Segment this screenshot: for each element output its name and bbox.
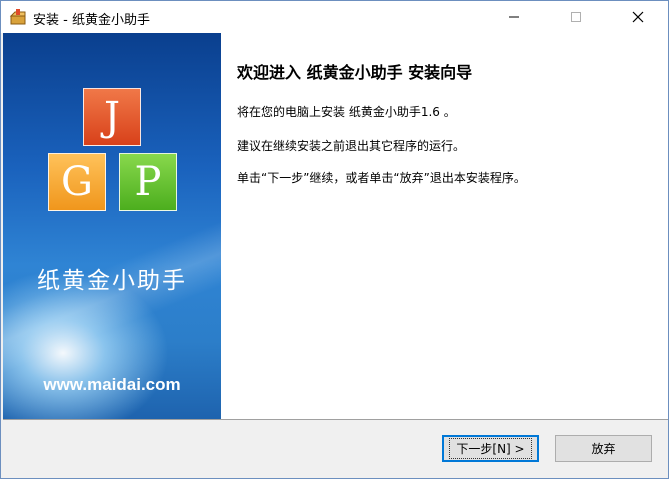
maximize-icon (571, 12, 581, 22)
title-bar[interactable]: 安装 - 纸黄金小助手 (1, 1, 668, 33)
window-title: 安装 - 纸黄金小助手 (33, 13, 150, 28)
minimize-icon (509, 16, 519, 18)
installer-banner: J G P 纸黄金小助手 www.maidai.com (3, 33, 221, 419)
logo-tile-g: G (48, 153, 106, 211)
logo-tile-j: J (83, 88, 141, 146)
close-button[interactable] (615, 1, 661, 33)
maximize-button[interactable] (553, 1, 599, 33)
banner-website: www.maidai.com (43, 375, 181, 394)
minimize-button[interactable] (491, 1, 537, 33)
welcome-heading: 欢迎进入 纸黄金小助手 安装向导 (237, 63, 473, 82)
next-button-label: 下一步[N] > (449, 438, 532, 459)
installer-window: 安装 - 纸黄金小助手 J G P 纸黄金小助手 www.maidai.com … (0, 0, 669, 479)
welcome-panel: 欢迎进入 纸黄金小助手 安装向导 将在您的电脑上安装 纸黄金小助手1.6 。 建… (221, 33, 668, 419)
installer-box-icon (9, 8, 27, 26)
advice-text: 建议在继续安装之前退出其它程序的运行。 (237, 139, 466, 153)
install-info-text: 将在您的电脑上安装 纸黄金小助手1.6 。 (237, 105, 456, 119)
next-button[interactable]: 下一步[N] > (442, 435, 539, 462)
instruction-text: 单击“下一步”继续，或者单击“放弃”退出本安装程序。 (237, 171, 526, 185)
close-icon (632, 11, 644, 23)
logo-tile-p: P (119, 153, 177, 211)
cancel-button[interactable]: 放弃 (555, 435, 652, 462)
banner-product-name: 纸黄金小助手 (37, 268, 187, 294)
footer-divider (3, 419, 668, 420)
